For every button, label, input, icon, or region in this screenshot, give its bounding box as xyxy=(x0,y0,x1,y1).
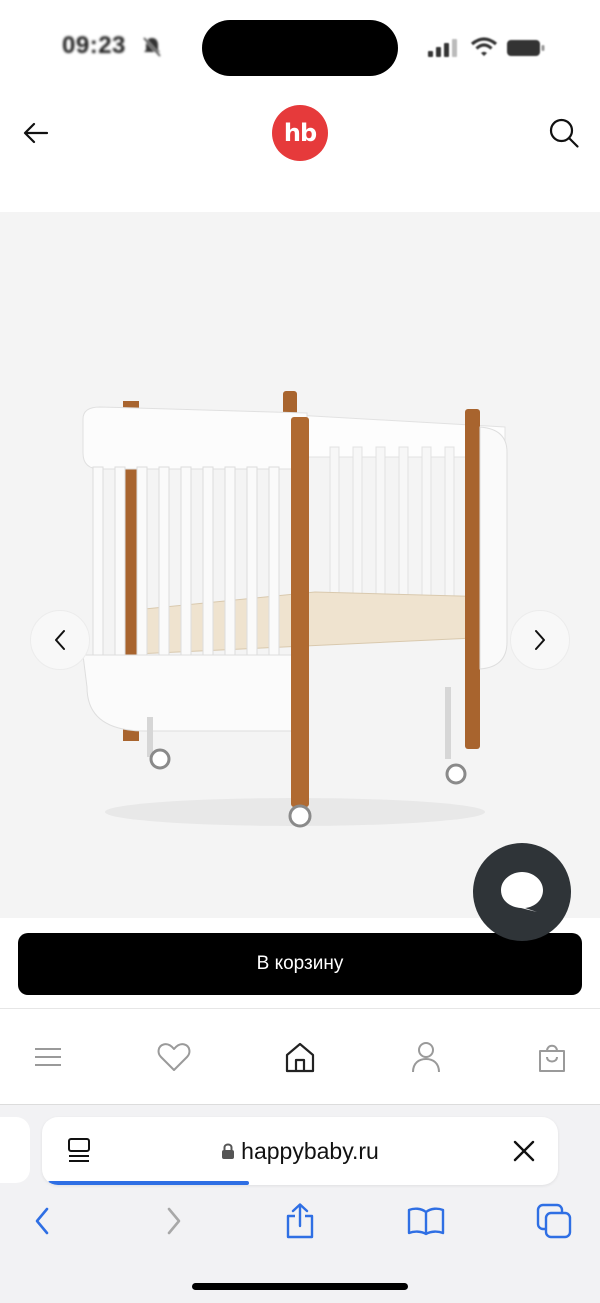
bag-icon xyxy=(539,1044,565,1072)
chat-bubble-icon xyxy=(501,872,543,912)
lock-icon xyxy=(222,1143,235,1159)
browser-forward-button[interactable] xyxy=(154,1201,194,1241)
app-header: hb xyxy=(0,95,600,212)
chat-button[interactable] xyxy=(473,843,571,941)
nav-menu-button[interactable] xyxy=(28,1037,68,1077)
page-load-progress xyxy=(48,1181,250,1185)
browser-chrome: happybaby.ru xyxy=(0,1104,600,1303)
home-icon xyxy=(285,1042,315,1073)
nav-profile-button[interactable] xyxy=(406,1037,446,1077)
profile-icon xyxy=(412,1042,440,1073)
status-bar: 09:23 xyxy=(0,0,600,95)
nav-favorites-button[interactable] xyxy=(154,1037,194,1077)
address-bar[interactable]: happybaby.ru xyxy=(42,1117,558,1185)
silent-bell-icon xyxy=(142,37,162,57)
chevron-left-icon xyxy=(35,1207,49,1235)
gallery-next-button[interactable] xyxy=(510,610,570,670)
search-button[interactable] xyxy=(546,115,582,151)
dynamic-island xyxy=(202,20,398,76)
product-gallery[interactable] xyxy=(0,212,600,918)
bookmarks-button[interactable] xyxy=(406,1201,446,1241)
back-button[interactable] xyxy=(18,115,54,151)
book-icon xyxy=(407,1207,445,1236)
cellular-signal-icon xyxy=(428,39,457,57)
heart-icon xyxy=(157,1043,191,1071)
wifi-icon xyxy=(470,37,498,56)
tabs-icon xyxy=(536,1203,572,1239)
share-icon xyxy=(286,1203,314,1239)
gallery-prev-button[interactable] xyxy=(30,610,90,670)
browser-back-button[interactable] xyxy=(22,1201,62,1241)
nav-cart-button[interactable] xyxy=(532,1037,572,1077)
battery-icon xyxy=(507,40,545,56)
close-icon[interactable] xyxy=(512,1139,536,1163)
status-time: 09:23 xyxy=(62,32,126,59)
menu-icon xyxy=(35,1048,61,1066)
home-indicator xyxy=(192,1283,408,1290)
previous-tab-peek[interactable] xyxy=(0,1117,30,1183)
chevron-right-icon xyxy=(535,630,545,650)
chevron-left-icon xyxy=(55,630,65,650)
search-icon xyxy=(549,118,579,148)
share-button[interactable] xyxy=(280,1201,320,1241)
chevron-right-icon xyxy=(167,1207,181,1235)
nav-home-button[interactable] xyxy=(280,1037,320,1077)
logo-text: hb xyxy=(283,119,317,147)
back-arrow-icon xyxy=(23,122,49,144)
tabs-button[interactable] xyxy=(534,1201,574,1241)
crib-product-image xyxy=(82,391,508,828)
bottom-navigation xyxy=(0,1009,600,1104)
url-text: happybaby.ru xyxy=(241,1137,379,1164)
brand-logo[interactable]: hb xyxy=(272,105,328,161)
add-to-cart-button[interactable]: В корзину xyxy=(18,933,582,995)
url-display: happybaby.ru xyxy=(42,1117,558,1185)
